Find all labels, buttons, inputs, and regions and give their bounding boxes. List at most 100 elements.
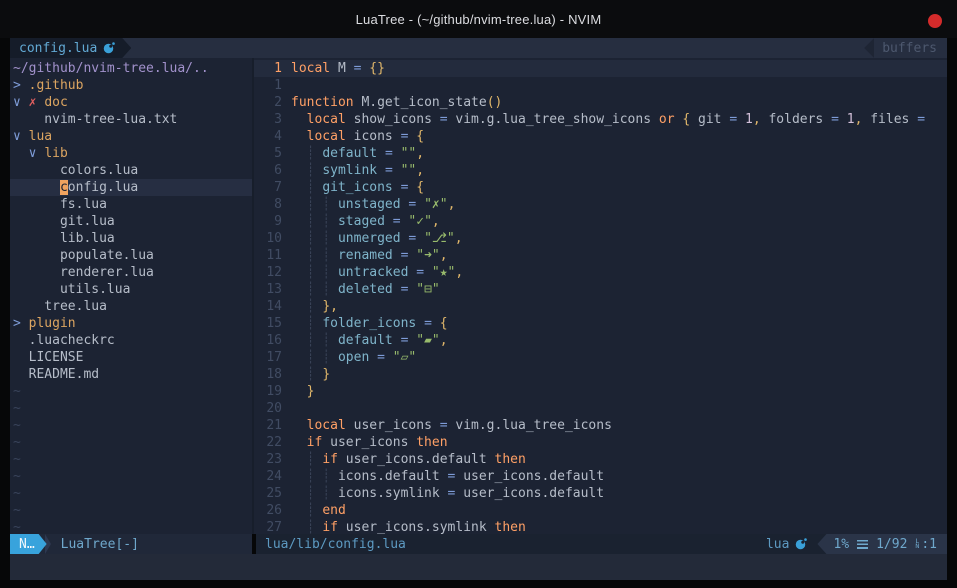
token: nvim-tree-lua.txt <box>13 112 177 127</box>
tree-item[interactable]: ~ <box>10 468 252 485</box>
token: icons.default <box>338 469 448 484</box>
tree-item[interactable]: ~ <box>10 383 252 400</box>
code-line[interactable]: 1local M = {} <box>254 60 947 77</box>
token: user_icons <box>322 435 416 450</box>
token <box>393 282 401 297</box>
tree-item[interactable]: ~/github/nvim-tree.lua/.. <box>10 60 252 77</box>
token: then <box>495 520 526 534</box>
code-line[interactable]: 24 ┊ ┊ icons.default = user_icons.defaul… <box>254 468 947 485</box>
tree-item[interactable]: LICENSE <box>10 349 252 366</box>
token: staged <box>338 214 385 229</box>
tab-config-lua[interactable]: config.lua <box>10 38 131 58</box>
code-line[interactable]: 1 <box>254 77 947 94</box>
code-line[interactable]: 17 ┊ ┊ open = "▱" <box>254 349 947 366</box>
tree-item[interactable]: utils.lua <box>10 281 252 298</box>
line-number: 4 <box>254 128 282 145</box>
tree-item[interactable]: ∨ lua <box>10 128 252 145</box>
tree-item[interactable]: ~ <box>10 400 252 417</box>
tree-item[interactable]: ~ <box>10 434 252 451</box>
token: populate.lua <box>13 248 154 263</box>
token: if <box>307 435 323 450</box>
token: } <box>307 384 315 399</box>
tree-item[interactable]: lib.lua <box>10 230 252 247</box>
tree-item[interactable]: nvim-tree-lua.txt <box>10 111 252 128</box>
token: { <box>416 129 424 144</box>
tree-item[interactable]: git.lua <box>10 213 252 230</box>
code-line[interactable]: 21 local user_icons = vim.g.lua_tree_ico… <box>254 417 947 434</box>
powerline-left-separator <box>864 38 874 58</box>
code-line[interactable]: 18 ┊ } <box>254 366 947 383</box>
code-text: local icons = { <box>282 128 424 145</box>
tree-item[interactable]: renderer.lua <box>10 264 252 281</box>
tree-item[interactable]: README.md <box>10 366 252 383</box>
tree-item[interactable]: ∨ ✗ doc <box>10 94 252 111</box>
code-line[interactable]: 26 ┊ end <box>254 502 947 519</box>
tree-item[interactable]: ~ <box>10 502 252 519</box>
tree-item[interactable]: .luacheckrc <box>10 332 252 349</box>
line-number: 22 <box>254 434 282 451</box>
token: README.md <box>13 367 99 382</box>
code-text: ┊ ┊ untracked = "★", <box>282 264 463 281</box>
code-line[interactable]: 15 ┊ folder_icons = { <box>254 315 947 332</box>
tree-item[interactable]: ~ <box>10 451 252 468</box>
token: = <box>917 112 925 127</box>
tree-item[interactable]: config.lua <box>10 179 252 196</box>
token <box>291 112 307 127</box>
code-line[interactable]: 14 ┊ }, <box>254 298 947 315</box>
code-line[interactable]: 16 ┊ ┊ default = "▰", <box>254 332 947 349</box>
line-position: 1/92 <box>876 537 907 552</box>
tree-item[interactable]: > plugin <box>10 315 252 332</box>
token: onfig.lua <box>68 180 138 195</box>
token <box>13 146 29 161</box>
tree-item[interactable]: ~ <box>10 485 252 502</box>
tree-item[interactable]: ~ <box>10 417 252 434</box>
line-number: 20 <box>254 400 282 417</box>
code-editor: 1local M = {}12function M.get_icon_state… <box>254 58 947 534</box>
code-line[interactable]: 20 <box>254 400 947 417</box>
code-line[interactable]: 2function M.get_icon_state() <box>254 94 947 111</box>
token: } <box>322 367 330 382</box>
code-line[interactable]: 11 ┊ ┊ renamed = "➜", <box>254 247 947 264</box>
code-line[interactable]: 4 local icons = { <box>254 128 947 145</box>
code-line[interactable]: 12 ┊ ┊ untracked = "★", <box>254 264 947 281</box>
token: ┊ <box>291 180 322 195</box>
record-dot-icon[interactable] <box>928 14 942 28</box>
token: user_icons.symlink <box>338 520 495 534</box>
code-line[interactable]: 10 ┊ ┊ unmerged = "⎇", <box>254 230 947 247</box>
tree-item[interactable]: ∨ lib <box>10 145 252 162</box>
line-number: 16 <box>254 332 282 349</box>
command-line[interactable] <box>10 554 947 580</box>
token <box>424 265 432 280</box>
code-line[interactable]: 9 ┊ ┊ staged = "✓", <box>254 213 947 230</box>
token: ✗ <box>29 95 45 110</box>
token: , <box>448 197 456 212</box>
line-number: 11 <box>254 247 282 264</box>
code-line[interactable]: 8 ┊ ┊ unstaged = "✗", <box>254 196 947 213</box>
code-line[interactable]: 13 ┊ ┊ deleted = "⊟" <box>254 281 947 298</box>
code-line[interactable]: 6 ┊ symlink = "", <box>254 162 947 179</box>
tree-item[interactable]: tree.lua <box>10 298 252 315</box>
tree-item[interactable]: ~ <box>10 519 252 534</box>
token: { <box>440 316 448 331</box>
code-line[interactable]: 27 ┊ if user_icons.symlink then <box>254 519 947 534</box>
line-number: 1 <box>254 60 282 77</box>
tree-item[interactable]: populate.lua <box>10 247 252 264</box>
tree-item[interactable]: > .github <box>10 77 252 94</box>
code-line[interactable]: 5 ┊ default = "", <box>254 145 947 162</box>
code-line[interactable]: 7 ┊ git_icons = { <box>254 179 947 196</box>
code-line[interactable]: 22 if user_icons then <box>254 434 947 451</box>
buffers-label[interactable]: buffers <box>874 38 947 58</box>
tree-item[interactable]: fs.lua <box>10 196 252 213</box>
tree-item[interactable]: colors.lua <box>10 162 252 179</box>
token: "⎇" <box>424 231 455 246</box>
code-line[interactable]: 25 ┊ ┊ icons.symlink = user_icons.defaul… <box>254 485 947 502</box>
code-line[interactable]: 3 local show_icons = vim.g.lua_tree_show… <box>254 111 947 128</box>
token: unstaged <box>338 197 401 212</box>
code-line[interactable]: 19 } <box>254 383 947 400</box>
code-line[interactable]: 23 ┊ if user_icons.default then <box>254 451 947 468</box>
token: "★" <box>432 265 455 280</box>
token: vim.g.lua_tree_icons <box>448 418 612 433</box>
token: ~/github/nvim-tree.lua/.. <box>13 61 209 76</box>
token <box>839 112 847 127</box>
token: user_icons.default <box>338 452 495 467</box>
